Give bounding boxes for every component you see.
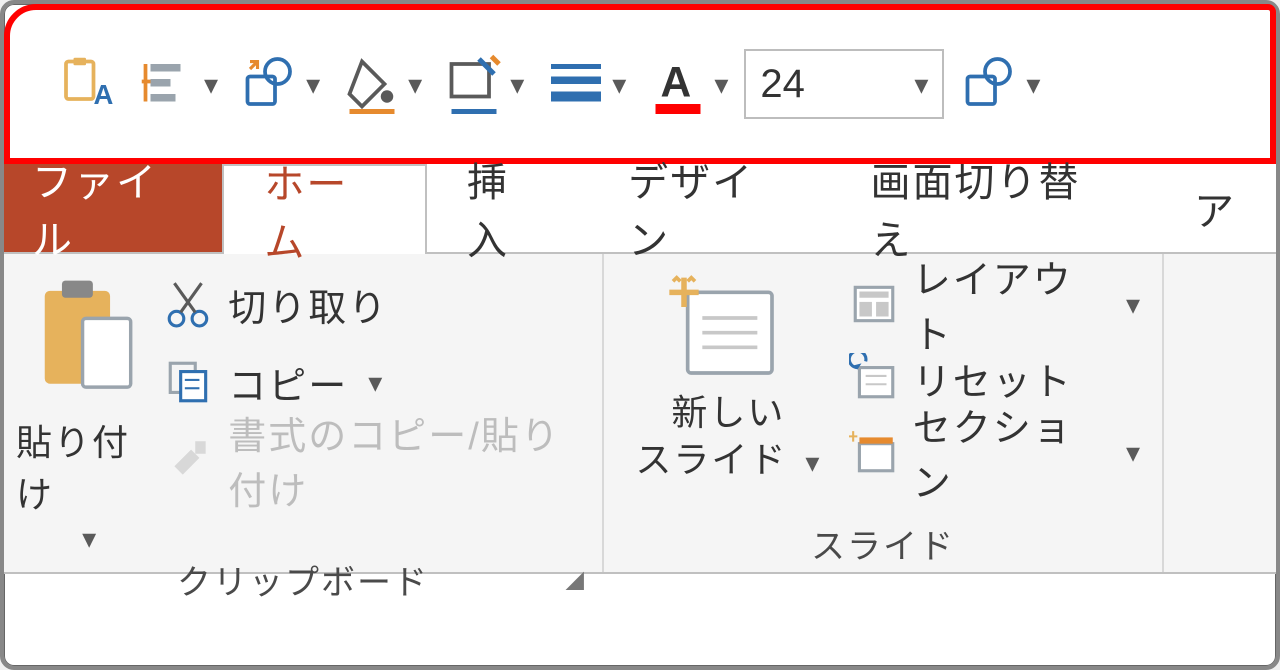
chevron-down-icon: ▾ (805, 447, 821, 478)
font-size-input[interactable]: 24 ▾ (744, 49, 944, 119)
shape-fill-button[interactable]: ▾ (336, 44, 428, 124)
app-frame: A ▾ ▾ (0, 0, 1280, 670)
chevron-down-icon: ▾ (914, 68, 928, 101)
tab-animations[interactable]: ア (1154, 164, 1276, 252)
chevron-down-icon: ▾ (1126, 288, 1142, 321)
tab-file[interactable]: ファイル (4, 164, 222, 252)
format-painter-label: 書式のコピー/貼り付け (228, 405, 582, 515)
chevron-down-icon: ▾ (1026, 68, 1040, 101)
copy-label: コピー (228, 355, 348, 410)
chevron-down-icon: ▾ (408, 68, 422, 101)
group-slides: 新しい スライド ▾ レイアウト ▾ (604, 254, 1164, 572)
tab-insert[interactable]: 挿入 (427, 164, 588, 252)
layout-label: レイアウト (913, 249, 1106, 359)
new-slide-icon (668, 274, 788, 384)
cut-label: 切り取り (228, 277, 388, 332)
tab-transitions[interactable]: 画面切り替え (830, 164, 1154, 252)
copy-icon (164, 357, 214, 407)
paste-label: 貼り付け (16, 414, 156, 518)
quick-access-toolbar: A ▾ ▾ (4, 4, 1276, 164)
reset-icon (849, 353, 899, 403)
new-slide-label-2: スライド (635, 439, 787, 480)
chevron-down-icon: ▾ (612, 68, 626, 101)
line-weight-button[interactable]: ▾ (540, 44, 632, 124)
font-size-value: 24 (760, 62, 805, 107)
svg-text:A: A (661, 60, 692, 107)
scissors-icon (164, 279, 214, 329)
dialog-launcher-icon[interactable]: ◢ (566, 565, 586, 594)
shape-outline-button[interactable]: ▾ (438, 44, 530, 124)
group-label-slides: スライド (811, 519, 955, 568)
paste-button[interactable]: 貼り付け ▾ (16, 264, 156, 555)
tab-design[interactable]: デザイン (588, 164, 830, 252)
format-painter-button[interactable]: 書式のコピー/貼り付け (164, 430, 582, 490)
section-label: セクション (913, 397, 1106, 507)
chevron-down-icon: ▾ (306, 68, 320, 101)
tab-home[interactable]: ホーム (222, 164, 427, 254)
paintbrush-icon (164, 435, 214, 485)
group-label-clipboard: クリップボード (177, 555, 429, 604)
new-slide-label-1: 新しい (671, 392, 785, 433)
cut-button[interactable]: 切り取り (164, 274, 582, 334)
chevron-down-icon: ▾ (368, 366, 384, 399)
change-shape-button[interactable]: ▾ (234, 44, 326, 124)
ribbon-tabs: ファイル ホーム 挿入 デザイン 画面切り替え ア (4, 164, 1276, 254)
group-clipboard: 貼り付け ▾ 切り取り (4, 254, 604, 572)
paste-text-only-icon[interactable]: A (50, 44, 122, 124)
font-color-button[interactable]: A ▾ (642, 44, 734, 124)
chevron-down-icon: ▾ (204, 68, 218, 101)
clipboard-icon (31, 274, 141, 404)
ribbon-home: 貼り付け ▾ 切り取り (4, 254, 1276, 574)
chevron-down-icon: ▾ (714, 68, 728, 101)
layout-button[interactable]: レイアウト ▾ (849, 274, 1142, 334)
layout-icon (849, 279, 899, 329)
new-slide-button[interactable]: 新しい スライド ▾ (616, 264, 841, 518)
chevron-down-icon: ▾ (1126, 436, 1142, 469)
copy-button[interactable]: コピー ▾ (164, 352, 582, 412)
edit-shape-button[interactable]: ▾ (954, 44, 1046, 124)
section-button[interactable]: セクション ▾ (849, 422, 1142, 482)
align-objects-button[interactable]: ▾ (132, 44, 224, 124)
chevron-down-icon: ▾ (82, 522, 96, 555)
section-icon (849, 427, 899, 477)
svg-text:A: A (94, 79, 114, 110)
chevron-down-icon: ▾ (510, 68, 524, 101)
